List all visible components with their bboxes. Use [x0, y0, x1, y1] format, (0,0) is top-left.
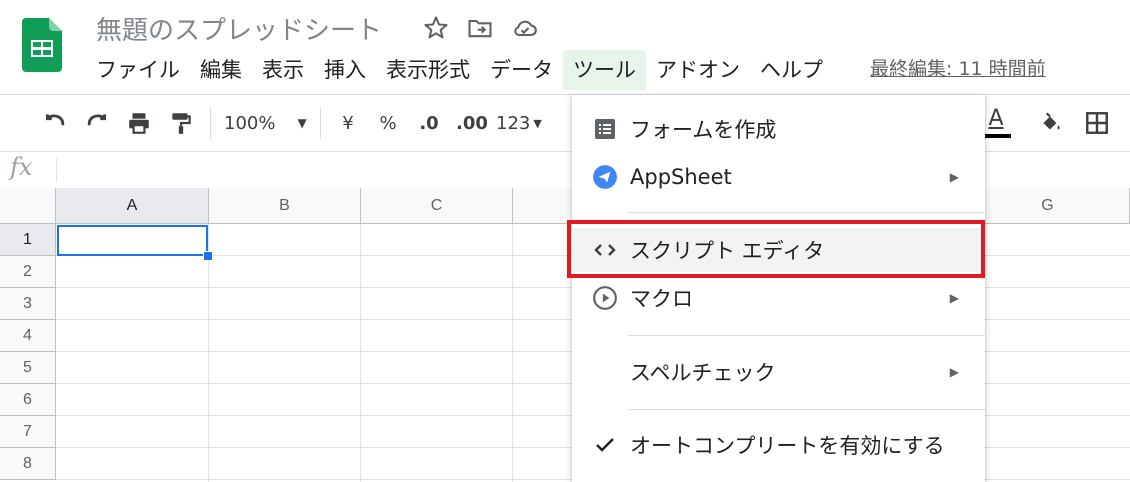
last-edit-link[interactable]: 最終編集: 11 時間前 — [870, 54, 1046, 81]
menu-item-label: フォームを作成 — [630, 118, 777, 142]
document-title[interactable]: 無題のスプレッドシート — [96, 10, 382, 47]
more-formats-label: 123 — [496, 112, 531, 134]
menu-view[interactable]: 表示 — [252, 50, 314, 90]
menu-help[interactable]: ヘルプ — [750, 50, 833, 90]
chevron-down-icon: ▼ — [297, 116, 307, 130]
menu-addons[interactable]: アドオン — [646, 50, 750, 90]
row-header-2[interactable]: 2 — [0, 256, 56, 288]
row-header-5[interactable]: 5 — [0, 352, 56, 384]
active-cell-a1[interactable] — [57, 225, 208, 256]
tools-menu-dropdown: フォームを作成 AppSheet ▶ スクリプト エディタ マクロ ▶ スペルチ… — [572, 95, 985, 482]
column-header-d[interactable] — [513, 188, 573, 224]
grid-line — [208, 224, 209, 482]
move-folder-icon[interactable] — [466, 14, 494, 42]
form-icon — [592, 116, 618, 142]
menu-item-macros[interactable]: マクロ ▶ — [572, 276, 985, 320]
zoom-value: 100% — [224, 112, 276, 134]
star-icon[interactable] — [422, 14, 450, 42]
column-header-g[interactable]: G — [966, 188, 1130, 224]
sheets-logo-icon[interactable] — [22, 18, 62, 72]
column-header-c[interactable]: C — [361, 188, 513, 224]
increase-decimal-button[interactable]: .00 — [452, 105, 492, 141]
column-header-a[interactable]: A — [56, 188, 209, 224]
row-header-6[interactable]: 6 — [0, 384, 56, 416]
menu-item-autocomplete[interactable]: オートコンプリートを有効にする — [572, 423, 985, 467]
print-icon[interactable] — [122, 105, 156, 141]
row-header-4[interactable]: 4 — [0, 320, 56, 352]
text-color-swatch — [981, 134, 1011, 138]
submenu-arrow-icon: ▶ — [949, 291, 959, 305]
menu-divider — [628, 212, 985, 213]
grid-line — [512, 224, 513, 482]
menu-divider — [628, 335, 985, 336]
row-header-8[interactable]: 8 — [0, 448, 56, 480]
percent-format-button[interactable]: % — [374, 105, 402, 141]
text-color-letter: A — [988, 106, 1004, 131]
submenu-arrow-icon: ▶ — [949, 365, 959, 379]
paint-format-icon[interactable] — [164, 105, 198, 141]
fill-handle[interactable] — [203, 251, 213, 261]
fx-icon: fx — [10, 153, 33, 181]
undo-icon[interactable] — [38, 105, 72, 141]
chevron-down-icon: ▼ — [533, 116, 542, 130]
fill-color-icon[interactable] — [1036, 105, 1066, 141]
menu-tools[interactable]: ツール — [563, 50, 646, 90]
zoom-select[interactable]: 100% ▼ — [224, 105, 314, 141]
grid-line — [360, 224, 361, 482]
select-all-corner[interactable] — [0, 188, 56, 224]
menu-item-create-form[interactable]: フォームを作成 — [572, 107, 985, 151]
menu-bar: ファイル 編集 表示 挿入 表示形式 データ ツール アドオン ヘルプ — [86, 50, 833, 90]
play-circle-icon — [592, 285, 618, 311]
toolbar-divider — [210, 107, 211, 139]
menu-item-label: オートコンプリートを有効にする — [630, 434, 945, 458]
menu-item-spellcheck[interactable]: スペルチェック ▶ — [572, 350, 985, 394]
menu-item-label: AppSheet — [630, 165, 732, 189]
column-header-b[interactable]: B — [209, 188, 361, 224]
appsheet-icon — [592, 164, 618, 190]
borders-icon[interactable] — [1082, 105, 1112, 141]
menu-item-label: マクロ — [630, 287, 693, 311]
menu-item-label: スペルチェック — [630, 361, 776, 385]
redo-icon[interactable] — [80, 105, 114, 141]
currency-format-button[interactable]: ¥ — [334, 105, 362, 141]
check-icon — [592, 432, 618, 458]
menu-format[interactable]: 表示形式 — [376, 50, 480, 90]
toolbar-divider — [320, 107, 321, 139]
menu-data[interactable]: データ — [480, 50, 563, 90]
menu-edit[interactable]: 編集 — [190, 50, 252, 90]
row-header-3[interactable]: 3 — [0, 288, 56, 320]
cloud-saved-icon[interactable] — [511, 14, 539, 42]
highlight-annotation-box — [567, 220, 985, 278]
row-header-7[interactable]: 7 — [0, 416, 56, 448]
formula-divider — [56, 158, 57, 182]
menu-item-appsheet[interactable]: AppSheet ▶ — [572, 155, 985, 199]
menu-divider — [628, 409, 985, 410]
row-header-1[interactable]: 1 — [0, 224, 56, 256]
menu-insert[interactable]: 挿入 — [314, 50, 376, 90]
menu-file[interactable]: ファイル — [86, 50, 190, 90]
decrease-decimal-button[interactable]: .0 — [412, 105, 446, 141]
submenu-arrow-icon: ▶ — [949, 170, 959, 184]
more-formats-select[interactable]: 123 ▼ — [496, 105, 552, 141]
